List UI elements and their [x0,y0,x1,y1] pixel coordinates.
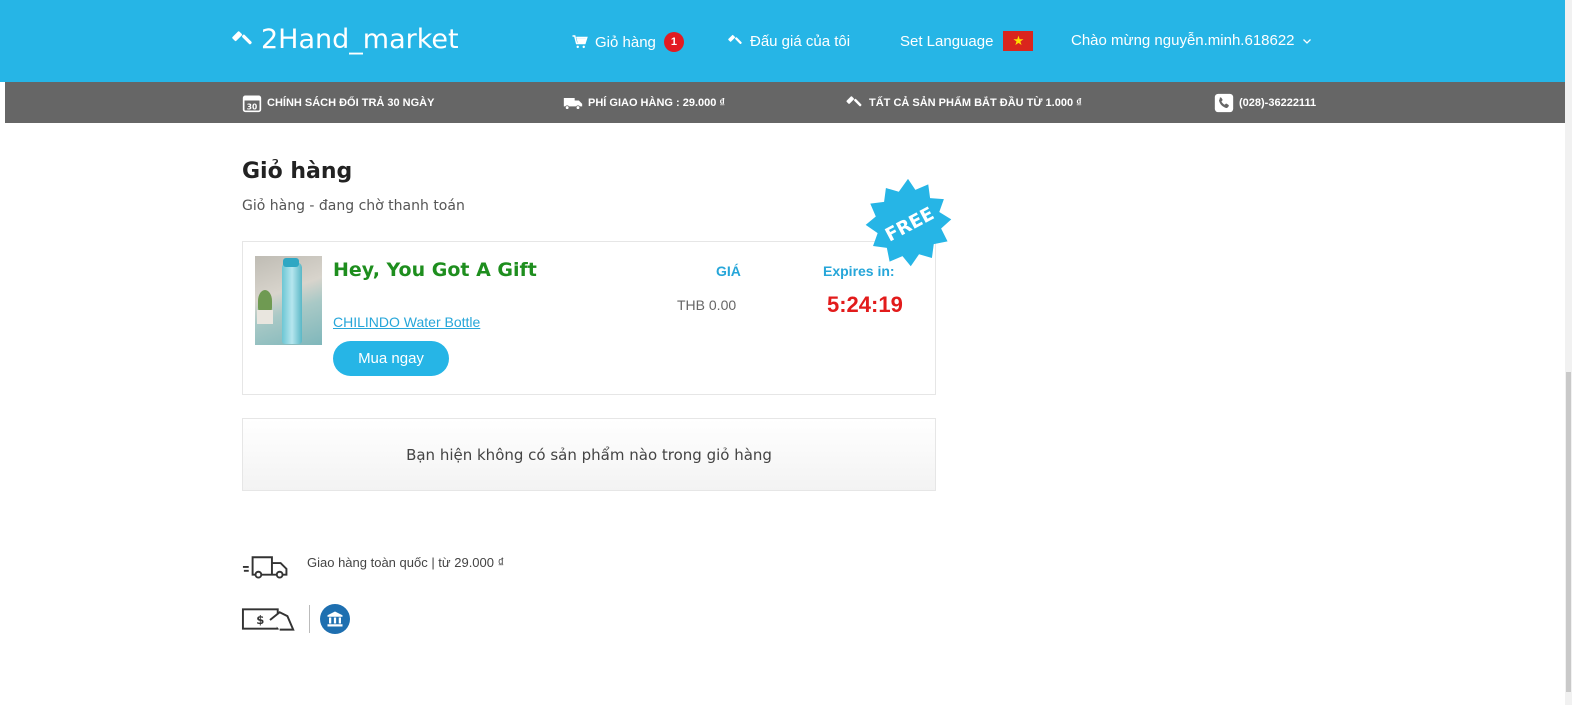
info-all-products-text: TẤT CẢ SẢN PHẨM BẮT ĐẦU TỪ 1.000 ₫ [869,96,1082,109]
language-label: Set Language [900,32,994,50]
svg-text:30: 30 [247,102,257,111]
empty-cart-message: Bạn hiện không có sản phẩm nào trong giỏ… [242,418,936,491]
gift-card: Hey, You Got A Gift CHILINDO Water Bottl… [242,241,936,395]
scrollbar-thumb[interactable] [1566,372,1571,692]
cart-icon [572,35,588,49]
free-badge: FREE [862,177,954,269]
empty-cart-text: Bạn hiện không có sản phẩm nào trong giỏ… [406,445,772,464]
chevron-down-icon [1302,38,1311,44]
payment-divider [309,605,310,633]
delivery-truck-icon [242,556,288,579]
bank-transfer-icon [320,604,350,634]
user-greeting: Chào mừng nguyễn.minh.618622 [1071,32,1295,49]
nav-set-language[interactable]: Set Language ★ [900,31,1034,51]
logo-text: 2Hand_market [261,24,459,55]
shipping-info: Giao hàng toàn quốc | từ 29.000 ₫ [241,549,504,581]
product-thumbnail[interactable] [255,256,322,345]
info-bar: 30 CHÍNH SÁCH ĐỔI TRẢ 30 NGÀY PHÍ GIAO H… [5,82,1565,123]
product-link[interactable]: CHILINDO Water Bottle [333,314,480,330]
gavel-icon [728,34,742,44]
phone-icon [1214,93,1234,112]
nav-auctions-label: Đấu giá của tôi [750,32,851,50]
nav-cart-label: Giỏ hàng [595,33,656,51]
gavel-icon [232,30,252,44]
starburst-badge-icon: FREE [865,178,952,267]
info-phone-text: (028)-36222111 [1239,96,1317,109]
info-shipping-text: PHÍ GIAO HÀNG : 29.000 ₫ [588,96,726,109]
info-shipping-fee: PHÍ GIAO HÀNG : 29.000 ₫ [563,82,725,123]
buy-now-button[interactable]: Mua ngay [333,341,449,376]
shipping-text: Giao hàng toàn quốc | từ 29.000 ₫ [307,555,505,570]
cart-count-badge: 1 [663,32,684,52]
truck-icon [563,97,583,110]
page-title: Giỏ hàng [242,159,353,184]
info-phone: (028)-36222111 [1214,82,1316,123]
nav-cart[interactable]: Giỏ hàng 1 [571,32,684,52]
gavel-icon [846,95,862,106]
info-all-products: TẤT CẢ SẢN PHẨM BẮT ĐẦU TỪ 1.000 ₫ [844,82,1082,123]
nav-user-menu[interactable]: Chào mừng nguyễn.minh.618622 [1071,32,1313,49]
top-header: 2Hand_market Giỏ hàng 1 Đấu giá của tôi … [0,0,1565,82]
page-subtitle: Giỏ hàng - đang chờ thanh toán [242,198,465,214]
payment-methods: $ [241,604,350,634]
calendar-icon: 30 [242,95,262,112]
expires-countdown: 5:24:19 [827,292,903,317]
site-logo[interactable]: 2Hand_market [229,24,459,55]
svg-text:$: $ [256,613,264,627]
info-returns: 30 CHÍNH SÁCH ĐỔI TRẢ 30 NGÀY [242,82,434,123]
price-value: THB 0.00 [677,297,737,313]
price-label: GIÁ [716,263,741,279]
nav-my-auctions[interactable]: Đấu giá của tôi [726,32,850,50]
cash-payment-icon: $ [241,608,295,631]
gift-title: Hey, You Got A Gift [333,259,537,281]
info-returns-text: CHÍNH SÁCH ĐỔI TRẢ 30 NGÀY [267,96,435,109]
vietnam-flag-icon: ★ [1003,31,1034,51]
